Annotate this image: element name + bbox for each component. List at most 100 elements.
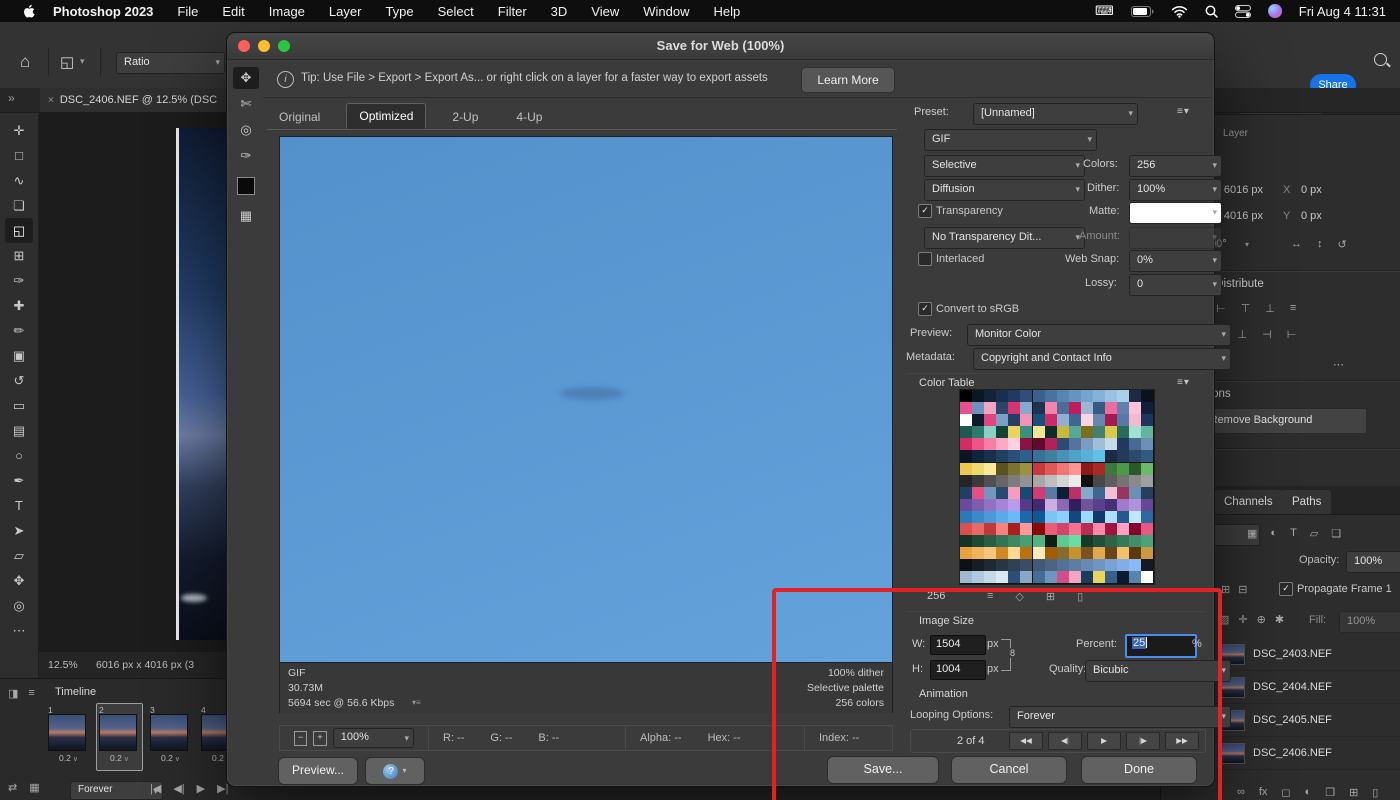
gradient-tool[interactable]: ▤ (5, 418, 33, 443)
color-swatch[interactable] (972, 426, 984, 438)
color-swatch[interactable] (1008, 426, 1020, 438)
dither-method-select[interactable]: Diffusion (924, 179, 1085, 201)
color-swatch[interactable] (1117, 499, 1129, 511)
select-browser-button[interactable]: ? ▾ (365, 757, 425, 785)
color-swatch[interactable] (1069, 559, 1081, 571)
color-swatch[interactable] (1117, 523, 1129, 535)
color-swatch[interactable] (1105, 499, 1117, 511)
home-icon[interactable]: ⌂ (20, 52, 30, 72)
color-swatch[interactable] (1069, 438, 1081, 450)
previous-frame-button[interactable]: ◀| (173, 782, 184, 795)
menubar-clock[interactable]: Fri Aug 4 11:31 (1299, 4, 1386, 19)
clone-stamp-tool[interactable]: ▣ (5, 343, 33, 368)
eyedropper-color-swatch[interactable] (237, 177, 255, 195)
color-swatch[interactable] (960, 402, 972, 414)
color-swatch[interactable] (984, 475, 996, 487)
color-swatch[interactable] (1081, 463, 1093, 475)
color-swatch[interactable] (1093, 547, 1105, 559)
color-swatch[interactable] (972, 499, 984, 511)
layer-effects-icon[interactable]: fx (1259, 786, 1268, 799)
color-swatch[interactable] (1093, 438, 1105, 450)
color-swatch[interactable] (972, 414, 984, 426)
color-swatch[interactable] (1045, 559, 1057, 571)
color-swatch[interactable] (1069, 390, 1081, 402)
menu-layer[interactable]: Layer (329, 4, 362, 19)
play-button[interactable]: ▶ (197, 782, 205, 795)
tab-optimized[interactable]: Optimized (346, 103, 426, 129)
format-select[interactable]: GIF (924, 129, 1097, 151)
color-swatch[interactable] (1045, 571, 1057, 583)
color-swatch[interactable] (960, 438, 972, 450)
color-swatch[interactable] (996, 511, 1008, 523)
frame-delay-select[interactable]: 0.2∨ (99, 753, 140, 763)
history-brush-tool[interactable]: ↺ (5, 368, 33, 393)
color-swatch[interactable] (1093, 463, 1105, 475)
zoom-tool[interactable]: ◎ (233, 119, 259, 141)
color-swatch[interactable] (1129, 402, 1141, 414)
convert-to-video-timeline-icon[interactable]: ⇄ (8, 781, 17, 794)
color-swatch[interactable] (1117, 511, 1129, 523)
color-swatch[interactable] (1057, 523, 1069, 535)
menu-file[interactable]: File (177, 4, 198, 19)
color-swatch[interactable] (1141, 511, 1153, 523)
zoom-level-select[interactable]: 100% (333, 728, 414, 748)
battery-icon[interactable] (1131, 6, 1154, 17)
color-swatch[interactable] (1105, 487, 1117, 499)
control-center-icon[interactable] (1235, 5, 1251, 18)
color-swatch[interactable] (1081, 487, 1093, 499)
link-layers-icon[interactable]: ∞ (1237, 786, 1245, 799)
menu-edit[interactable]: Edit (222, 4, 244, 19)
color-swatch[interactable] (972, 402, 984, 414)
color-swatch[interactable] (1081, 438, 1093, 450)
new-layer-icon[interactable]: ⊞ (1349, 786, 1358, 799)
color-swatch[interactable] (1081, 426, 1093, 438)
color-swatch[interactable] (996, 571, 1008, 583)
color-swatch[interactable] (1033, 511, 1045, 523)
color-swatch[interactable] (1057, 426, 1069, 438)
color-swatch[interactable] (960, 450, 972, 462)
download-speed-menu-icon[interactable]: ▾≡ (412, 698, 421, 707)
crop-tool-preset-icon[interactable]: ◱ (60, 53, 74, 71)
color-swatch[interactable] (972, 511, 984, 523)
layer-mask-icon[interactable]: ◻ (1281, 786, 1290, 799)
colors-select[interactable]: 256 (1129, 155, 1222, 177)
color-swatch[interactable] (1093, 571, 1105, 583)
color-swatch[interactable] (1008, 511, 1020, 523)
color-swatch[interactable] (1020, 487, 1032, 499)
optimized-preview-image[interactable] (280, 137, 892, 662)
color-swatch[interactable] (1020, 571, 1032, 583)
color-swatch[interactable] (1105, 414, 1117, 426)
color-swatch[interactable] (984, 450, 996, 462)
color-swatch[interactable] (1069, 450, 1081, 462)
crop-tool[interactable]: ◱ (5, 218, 33, 243)
color-swatch[interactable] (1129, 559, 1141, 571)
color-swatch[interactable] (1081, 571, 1093, 583)
color-swatch[interactable] (1129, 535, 1141, 547)
palette-reduction-select[interactable]: Selective (924, 155, 1085, 177)
color-swatch[interactable] (1093, 450, 1105, 462)
color-swatch[interactable] (984, 559, 996, 571)
color-swatch[interactable] (1057, 547, 1069, 559)
color-swatch[interactable] (1057, 487, 1069, 499)
color-swatch[interactable] (1105, 535, 1117, 547)
color-swatch[interactable] (960, 547, 972, 559)
color-swatch[interactable] (1141, 438, 1153, 450)
tab-2-up[interactable]: 2-Up (440, 105, 490, 129)
color-swatch[interactable] (972, 547, 984, 559)
document-tab[interactable]: ×DSC_2406.NEF @ 12.5% (DSC (40, 88, 241, 112)
color-swatch[interactable] (996, 559, 1008, 571)
color-swatch[interactable] (1117, 414, 1129, 426)
color-swatch[interactable] (1081, 499, 1093, 511)
color-swatch[interactable] (1045, 414, 1057, 426)
unify-position-icon[interactable]: ⊞ (1221, 583, 1230, 596)
color-swatch[interactable] (1105, 547, 1117, 559)
color-swatch[interactable] (996, 402, 1008, 414)
color-swatch[interactable] (972, 535, 984, 547)
color-swatch[interactable] (984, 547, 996, 559)
timeline-frame[interactable]: 10.2∨ (45, 703, 92, 771)
wifi-icon[interactable] (1171, 5, 1188, 18)
metadata-select[interactable]: Copyright and Contact Info (973, 348, 1231, 370)
color-swatch[interactable] (960, 475, 972, 487)
color-swatch[interactable] (1033, 571, 1045, 583)
color-swatch[interactable] (960, 414, 972, 426)
